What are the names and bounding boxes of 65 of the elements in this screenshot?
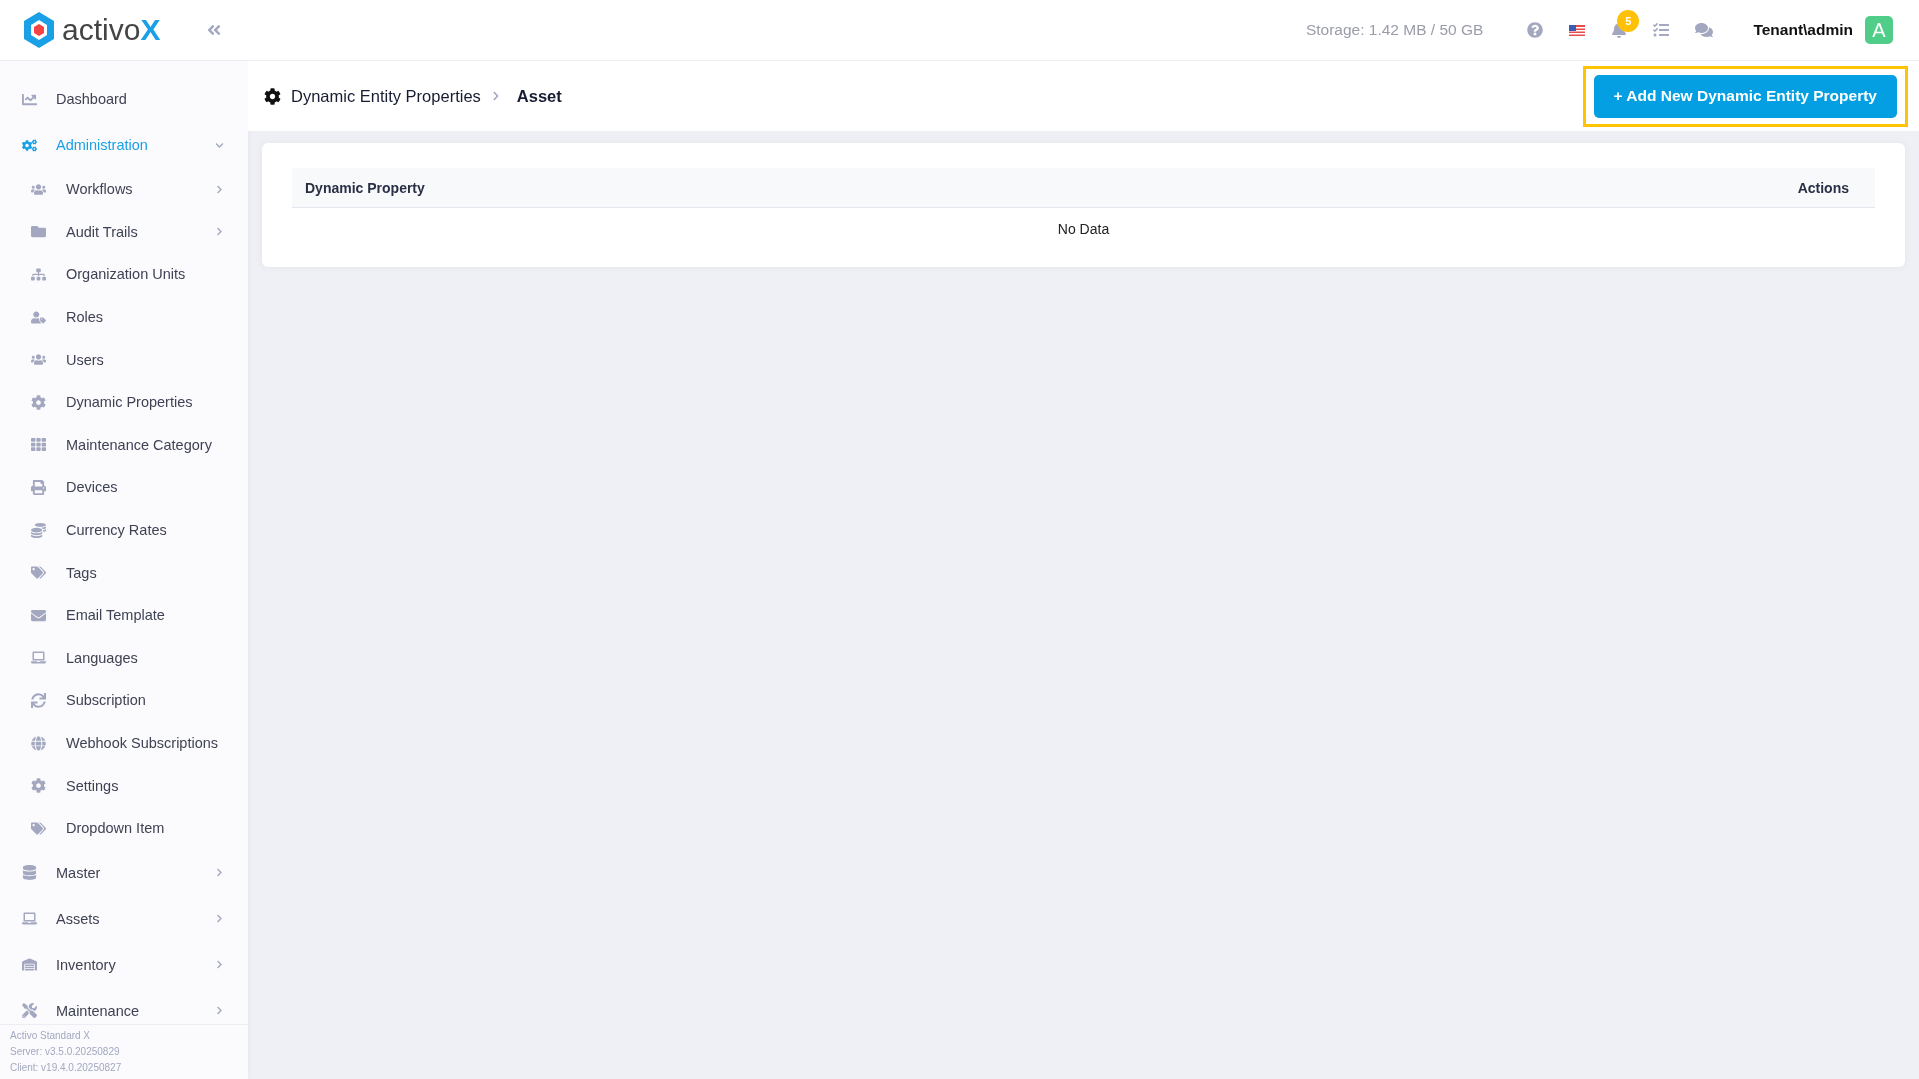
column-header: Dynamic Property [305, 179, 425, 196]
tags-icon [31, 565, 46, 581]
chevron-icon [215, 184, 224, 194]
sidebar-item[interactable]: Currency Rates [0, 508, 248, 552]
envelope-icon [31, 607, 46, 623]
collapse-icon[interactable] [206, 22, 222, 38]
chart-icon [22, 91, 37, 107]
sidebar-item[interactable]: Subscription [0, 679, 248, 722]
sidebar-item[interactable]: Dashboard [0, 76, 248, 122]
sidebar-item[interactable]: Settings [0, 764, 248, 807]
sidebar-item[interactable]: Languages [0, 636, 248, 680]
sidebar-item[interactable]: Webhook Subscriptions [0, 721, 248, 765]
user-name[interactable]: Tenant\admin [1753, 21, 1853, 39]
gear-icon [264, 87, 281, 105]
version-text: Activo Standard X [10, 1029, 92, 1043]
column-header: Actions [1797, 179, 1849, 196]
sidebar-item[interactable]: Dynamic Properties [0, 380, 248, 424]
database-icon [22, 865, 37, 880]
empty-text: No Data [1057, 221, 1110, 237]
gears-icon [22, 137, 37, 153]
version-text: Server: v3.5.0.20250829 [10, 1045, 121, 1059]
user-tag-icon [31, 309, 46, 325]
sidebar-item[interactable]: Master [0, 849, 248, 896]
sitemap-icon [31, 267, 46, 282]
sidebar-item[interactable]: Organization Units [0, 253, 248, 296]
logo: activoX [22, 11, 161, 49]
sidebar-item[interactable]: Assets [0, 895, 248, 942]
screen-icon [31, 650, 46, 666]
notification-badge: 5 [1617, 10, 1640, 32]
sidebar-item[interactable]: Users [0, 338, 248, 381]
settings-icon [31, 778, 46, 794]
tasks-icon[interactable] [1653, 22, 1670, 38]
tools-icon [22, 1003, 37, 1018]
printer-icon [31, 479, 46, 495]
users-icon [31, 181, 46, 197]
sidebar-item[interactable]: Roles [0, 295, 248, 339]
help-icon[interactable] [1527, 22, 1544, 38]
sidebar-item[interactable]: Devices [0, 466, 248, 509]
flag-icon[interactable] [1569, 24, 1586, 36]
sidebar-item[interactable]: Audit Trails [0, 210, 248, 254]
chevron-icon [215, 227, 224, 237]
chat-icon[interactable] [1695, 21, 1714, 39]
storage-text: Storage: 1.42 MB / 50 GB [1305, 21, 1484, 39]
laptop-icon [22, 911, 37, 926]
tags-icon [31, 820, 46, 836]
chevron-icon [490, 91, 501, 101]
globe-icon [31, 735, 46, 751]
folder-icon [31, 224, 46, 240]
sidebar-item[interactable]: Dropdown Item [0, 806, 248, 850]
sidebar-item[interactable]: Maintenance Category [0, 423, 248, 467]
sidebar-item[interactable]: Email Template [0, 593, 248, 637]
breadcrumb-link[interactable]: Dynamic Entity Properties [291, 86, 481, 106]
hexagon-logo-icon [22, 11, 56, 49]
sidebar-item[interactable]: Inventory [0, 941, 248, 988]
sidebar-item[interactable]: Tags [0, 551, 248, 594]
warehouse-icon [22, 957, 37, 972]
sidebar-item[interactable]: Workflows [0, 168, 248, 211]
users-icon [31, 352, 46, 368]
coins-icon [31, 522, 46, 538]
sync-icon [31, 692, 46, 708]
breadcrumb-current: Asset [516, 86, 562, 106]
grid-icon [31, 437, 46, 453]
sidebar-item[interactable]: Maintenance [0, 987, 248, 1024]
gear-icon [31, 394, 46, 410]
version-text: Client: v19.4.0.20250827 [10, 1061, 123, 1075]
